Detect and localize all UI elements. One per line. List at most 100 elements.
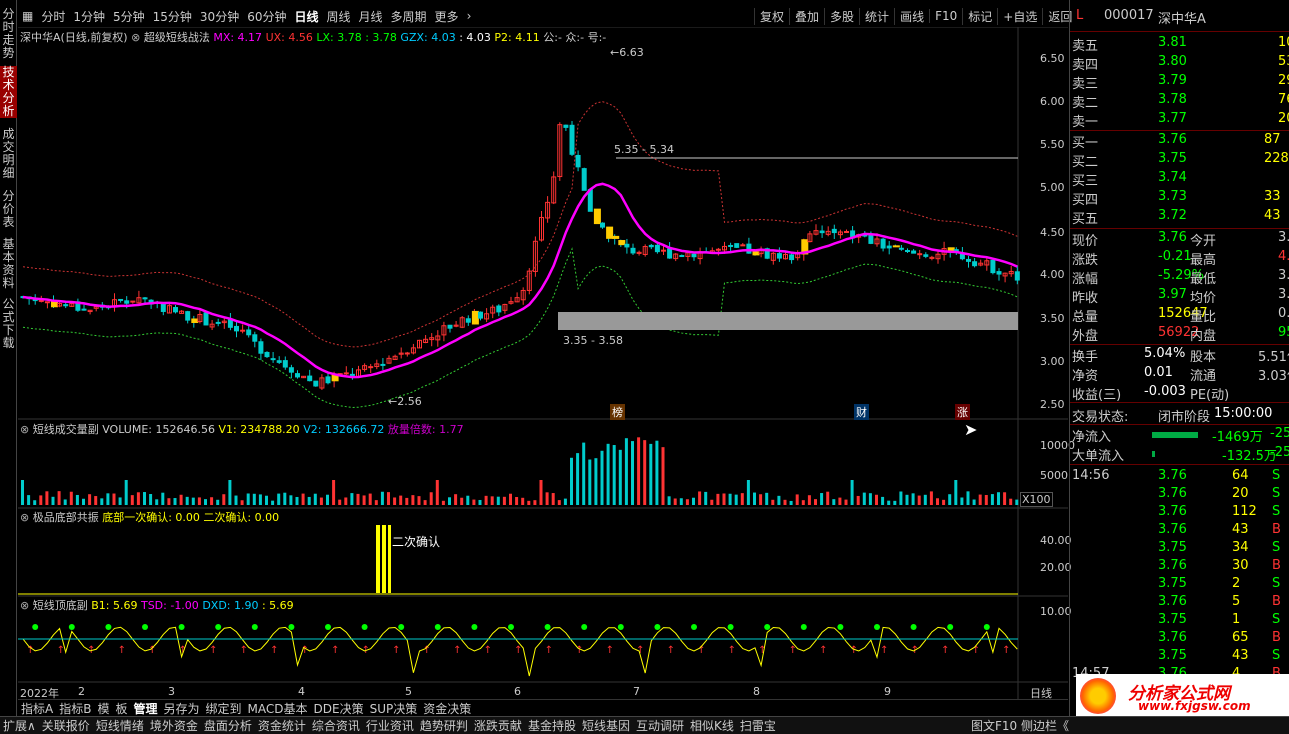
- period-multi[interactable]: 多周期: [387, 8, 431, 25]
- tab-sup[interactable]: SUP决策: [367, 702, 421, 716]
- formula-name[interactable]: 超级短线战法: [144, 31, 210, 44]
- top-marker: [325, 624, 331, 630]
- volume-bar: [936, 498, 939, 505]
- tab-board[interactable]: 板: [112, 702, 130, 716]
- tab-price-table[interactable]: 分价表: [0, 190, 17, 229]
- period-daily[interactable]: 日线: [290, 8, 322, 25]
- tab-tech-analysis[interactable]: 技术分析: [0, 66, 17, 118]
- ind3-title[interactable]: 短线顶底副: [33, 599, 88, 612]
- volume-bar: [387, 492, 390, 505]
- trade-status: 交易状态: 闭市阶段 15:00:00: [1072, 406, 1289, 425]
- tab-save-as[interactable]: 另存为: [161, 702, 203, 716]
- mark-button[interactable]: 标记: [962, 7, 997, 25]
- bottom-arrow: ↑: [209, 645, 217, 656]
- confirm-bar: [388, 525, 391, 593]
- volume-bar: [252, 493, 256, 505]
- top-marker: [874, 624, 880, 630]
- tab-dde[interactable]: DDE决策: [311, 702, 367, 716]
- asks-row: 卖五 3.81 10: [1072, 35, 1289, 54]
- bottom-item-1[interactable]: 关联报价: [39, 719, 93, 733]
- tab-fund[interactable]: 资金决策: [420, 702, 474, 716]
- volume-bar: [460, 497, 464, 505]
- add-watchlist-button[interactable]: +自选: [997, 7, 1042, 25]
- settings-icon[interactable]: ⊗: [131, 31, 140, 44]
- candle-body: [142, 297, 148, 300]
- bottom-item-10[interactable]: 基金持股: [525, 719, 579, 733]
- tab-formula-download[interactable]: 公式下载: [0, 298, 17, 350]
- high-label: ←6.63: [610, 46, 644, 59]
- bottom-item-7[interactable]: 行业资讯: [363, 719, 417, 733]
- volume-bar: [417, 496, 421, 505]
- bottom-item-12[interactable]: 互动调研: [633, 719, 687, 733]
- bottom-item-11[interactable]: 短线基因: [579, 719, 633, 733]
- volume-bar: [130, 495, 134, 505]
- bottom-arrow: ↑: [545, 645, 553, 656]
- ind2-title[interactable]: 极品底部共振: [33, 511, 99, 524]
- f10-button[interactable]: F10: [929, 9, 962, 23]
- volume-bar: [868, 493, 872, 505]
- candle-body: [654, 244, 660, 253]
- period-more[interactable]: 更多: [431, 8, 463, 25]
- bottom-item-0[interactable]: 扩展∧: [0, 719, 39, 733]
- top-marker: [983, 624, 990, 630]
- bottom-item-8[interactable]: 趋势研判: [417, 719, 471, 733]
- period-1min[interactable]: 1分钟: [69, 8, 109, 25]
- quote2-b: 0.01: [1144, 365, 1173, 380]
- bottom-item-4[interactable]: 盘面分析: [201, 719, 255, 733]
- overlay-button[interactable]: 叠加: [789, 7, 824, 25]
- tag-bang[interactable]: 榜: [610, 404, 625, 420]
- support-zone: [558, 312, 1018, 330]
- candle-body: [648, 244, 654, 248]
- tab-template[interactable]: 模: [94, 702, 112, 716]
- period-60min[interactable]: 60分钟: [243, 8, 290, 25]
- volume-bar: [759, 494, 763, 505]
- bottom-item-9[interactable]: 涨跌贡献: [471, 719, 525, 733]
- period-5min[interactable]: 5分钟: [109, 8, 149, 25]
- period-fenshi[interactable]: 分时: [37, 8, 69, 25]
- volume-bar: [118, 497, 122, 505]
- volume-bar: [51, 496, 55, 505]
- volume-bar: [448, 497, 451, 505]
- quote-row: 外盘56922内盘9572: [1072, 325, 1289, 344]
- bottom-item-5[interactable]: 资金统计: [255, 719, 309, 733]
- tab-indicator-a[interactable]: 指标A: [18, 702, 56, 716]
- ticks-s: S: [1272, 648, 1281, 663]
- period-30min[interactable]: 30分钟: [196, 8, 243, 25]
- multi-stock-button[interactable]: 多股: [824, 7, 859, 25]
- settings-icon[interactable]: ⊗: [20, 599, 29, 612]
- bottom-item-16[interactable]: 侧边栏《: [1018, 717, 1072, 734]
- tab-deal-detail[interactable]: 成交明细: [0, 128, 17, 180]
- bottom-item-14[interactable]: 扫雷宝: [737, 719, 779, 733]
- tab-manage[interactable]: 管理: [130, 702, 160, 716]
- ticks-s: S: [1272, 468, 1281, 483]
- tab-bind[interactable]: 绑定到: [203, 702, 245, 716]
- stats-button[interactable]: 统计: [859, 7, 894, 25]
- volume-title[interactable]: 短线成交量副: [33, 423, 99, 436]
- volume-bar: [423, 500, 427, 505]
- tab-basic-info[interactable]: 基本资料: [0, 238, 17, 290]
- volume-bar: [972, 499, 976, 505]
- period-monthly[interactable]: 月线: [355, 8, 387, 25]
- grid-icon[interactable]: ▦: [18, 9, 37, 23]
- tab-macd[interactable]: MACD基本: [245, 702, 311, 716]
- period-15min[interactable]: 15分钟: [149, 8, 196, 25]
- tag-cai[interactable]: 财: [854, 404, 869, 420]
- bottom-item-15[interactable]: 图文F10: [968, 717, 1020, 734]
- bottom-item-6[interactable]: 综合资讯: [309, 719, 363, 733]
- fuquan-button[interactable]: 复权: [754, 7, 789, 25]
- tab-indicator-b[interactable]: 指标B: [56, 702, 94, 716]
- period-weekly[interactable]: 周线: [323, 8, 355, 25]
- tag-zhang[interactable]: 涨: [955, 404, 970, 420]
- draw-line-button[interactable]: 画线: [894, 7, 929, 25]
- settings-icon[interactable]: ⊗: [20, 423, 29, 436]
- gzx-value: GZX: 4.03: [400, 31, 456, 44]
- settings-icon[interactable]: ⊗: [20, 511, 29, 524]
- lx-value: LX: 3.78: [316, 31, 362, 44]
- tab-fenshi[interactable]: 分时走势: [0, 8, 17, 60]
- bottom-item-3[interactable]: 境外资金: [147, 719, 201, 733]
- volume-unit: X100: [1020, 492, 1053, 507]
- top-marker: [727, 624, 734, 630]
- bottom-item-2[interactable]: 短线情绪: [93, 719, 147, 733]
- bottom-item-13[interactable]: 相似K线: [687, 719, 737, 733]
- volume-bar: [789, 500, 793, 505]
